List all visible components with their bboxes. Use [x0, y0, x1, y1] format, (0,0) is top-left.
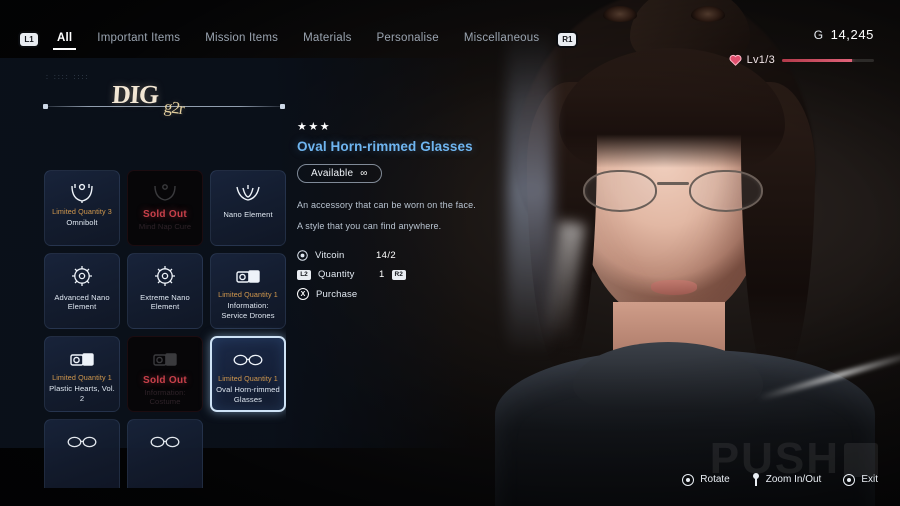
item-name: Mind Nap Cure	[138, 222, 192, 231]
hint-rotate-label: Rotate	[700, 474, 730, 485]
quantity-label: Quantity	[318, 269, 355, 281]
item-card-information-costume[interactable]: Sold Out Information: Costume	[127, 336, 203, 412]
item-name: Oval Horn-rimmed Glasses	[216, 385, 280, 404]
glasses-icon	[233, 347, 263, 373]
item-tag: Limited Quantity 3	[52, 207, 112, 216]
tab-all[interactable]: All	[52, 29, 77, 50]
hint-exit-label: Exit	[861, 474, 878, 485]
tab-list: All Important Items Mission Items Materi…	[52, 29, 540, 50]
currency-display: G 14,245	[814, 27, 874, 42]
tab-materials[interactable]: Materials	[302, 29, 352, 50]
item-name: Information: Costume	[144, 388, 186, 407]
quantity-decrease-button[interactable]: L2	[297, 269, 311, 280]
detail-description-2: A style that you can find anywhere.	[297, 221, 442, 232]
logo-main-text: DIG	[111, 80, 160, 109]
detail-stats: Vitcoin 14/2 L2 Quantity 1 R2 X Purchase	[297, 250, 497, 301]
quantity-value: 1	[379, 269, 385, 281]
item-detail-panel: ★★★ Oval Horn-rimmed Glasses Available ∞…	[297, 121, 497, 301]
camera-icon	[235, 263, 261, 289]
hint-zoom[interactable]: Zoom In/Out	[752, 473, 822, 486]
level-progress-bar	[782, 58, 874, 62]
item-card-omnibolt[interactable]: Limited Quantity 3 Omnibolt	[44, 170, 120, 246]
item-name: Nano Element	[223, 210, 273, 219]
item-card-empty	[210, 419, 286, 488]
item-name: Extreme Nano Element	[140, 293, 190, 312]
rarity-stars: ★★★	[297, 121, 332, 133]
price-label: Vitcoin	[315, 250, 345, 262]
item-card-information-service-drones[interactable]: Limited Quantity 1 Information: Service …	[210, 253, 286, 329]
item-tag: Limited Quantity 1	[218, 374, 278, 383]
item-name	[79, 457, 85, 459]
glasses-icon	[67, 429, 97, 455]
nano-gear-icon	[153, 263, 177, 289]
item-card-advanced-nano-element[interactable]: Advanced Nano Element	[44, 253, 120, 329]
left-stick-icon	[752, 473, 760, 486]
soldout-label: Sold Out	[142, 375, 188, 386]
item-card-extreme-nano-element[interactable]: Extreme Nano Element	[127, 253, 203, 329]
item-card-glasses-3[interactable]	[127, 419, 203, 488]
glasses-icon	[150, 429, 180, 455]
item-card-mind-nap-cure[interactable]: Sold Out Mind Nap Cure	[127, 170, 203, 246]
price-row: Vitcoin 14/2	[297, 250, 497, 261]
quantity-row[interactable]: L2 Quantity 1 R2	[297, 269, 497, 280]
vitcoin-icon	[297, 250, 308, 262]
logo-sub-text: g2r	[162, 96, 185, 119]
tab-miscellaneous[interactable]: Miscellaneous	[463, 29, 540, 50]
right-stick-icon	[682, 473, 695, 486]
level-label: Lv1/3	[746, 54, 775, 66]
level-display: Lv1/3	[729, 54, 874, 66]
availability-badge: Available ∞	[297, 164, 382, 184]
left-bumper-icon[interactable]: L1	[20, 32, 38, 46]
item-card-oval-horn-rimmed-glasses[interactable]: Limited Quantity 1 Oval Horn-rimmed Glas…	[210, 336, 286, 412]
item-card-glasses-2[interactable]	[44, 419, 120, 488]
quantity-increase-button[interactable]: R2	[391, 269, 406, 280]
tab-mission-items[interactable]: Mission Items	[204, 29, 279, 50]
detail-description-1: An accessory that can be worn on the fac…	[297, 200, 476, 211]
item-card-plastic-hearts-vol-2[interactable]: Limited Quantity 1 Plastic Hearts, Vol. …	[44, 336, 120, 412]
circle-button-icon	[843, 473, 856, 486]
button-hints: Rotate Zoom In/Out Exit	[682, 473, 878, 486]
item-tag: Limited Quantity 1	[218, 290, 278, 299]
availability-value: ∞	[360, 168, 368, 180]
right-bumper-icon[interactable]: R1	[558, 32, 577, 46]
currency-symbol: G	[813, 27, 824, 42]
nano-gear-icon	[70, 263, 94, 289]
nano-element-icon	[235, 180, 261, 206]
currency-amount: 14,245	[830, 27, 874, 42]
price-value: 14/2	[376, 250, 397, 262]
purchase-label: Purchase	[316, 288, 358, 300]
heart-icon	[729, 54, 742, 66]
screen-root: PUSH L1 All Important Items Mission Item…	[0, 0, 900, 506]
logo-ticks: : :::: ::::	[46, 74, 90, 81]
item-name	[162, 457, 168, 459]
camera-icon	[69, 346, 95, 372]
availability-label: Available	[311, 168, 354, 180]
item-tag: Limited Quantity 1	[52, 373, 112, 382]
item-name: Information: Service Drones	[221, 301, 275, 320]
soldout-label: Sold Out	[142, 209, 188, 220]
item-card-nano-element[interactable]: Nano Element	[210, 170, 286, 246]
hint-zoom-label: Zoom In/Out	[765, 474, 822, 485]
omnibolt-icon	[152, 180, 178, 206]
tab-bar: L1 All Important Items Mission Items Mat…	[0, 24, 577, 54]
shop-logo: : :::: :::: DIG g2r	[40, 68, 290, 118]
purchase-button-icon[interactable]: X	[297, 288, 309, 301]
tab-personalise[interactable]: Personalise	[376, 29, 440, 50]
item-name: Omnibolt	[66, 218, 98, 228]
purchase-row[interactable]: X Purchase	[297, 288, 497, 301]
omnibolt-icon	[69, 180, 95, 206]
camera-icon	[152, 346, 178, 372]
tab-important-items[interactable]: Important Items	[96, 29, 181, 50]
item-name: Advanced Nano Element	[54, 293, 110, 312]
hint-exit[interactable]: Exit	[843, 473, 878, 486]
item-name: Plastic Hearts, Vol. 2	[49, 384, 115, 403]
detail-item-title: Oval Horn-rimmed Glasses	[297, 139, 473, 154]
item-grid[interactable]: Limited Quantity 3 Omnibolt Sold Out Min…	[44, 170, 286, 488]
hint-rotate[interactable]: Rotate	[682, 473, 730, 486]
